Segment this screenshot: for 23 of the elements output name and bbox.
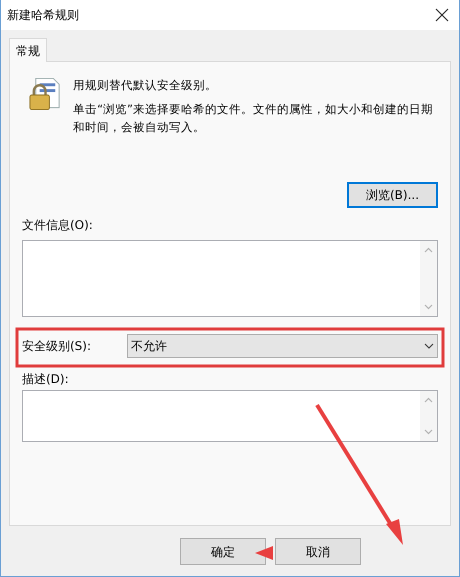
tab[interactable]: 常规 — [9, 38, 47, 62]
scroll-down-icon[interactable] — [424, 429, 433, 435]
locked-file-icon — [28, 76, 62, 112]
description-text: 用规则替代默认安全级别。 — [73, 77, 218, 94]
scroll-up-icon[interactable] — [424, 247, 433, 253]
arrow — [255, 546, 273, 560]
file-info-field[interactable] — [22, 240, 438, 317]
description-field[interactable] — [22, 390, 438, 442]
scroll-up-icon[interactable] — [424, 397, 433, 403]
field-label: 安全级别(S): — [22, 338, 92, 355]
dialog-button[interactable]: 确定 — [180, 538, 266, 565]
field-label: 描述(D): — [22, 371, 69, 388]
chevron-down-icon — [424, 343, 434, 349]
scroll-down-icon[interactable] — [424, 304, 433, 310]
security-level-select[interactable]: 不允许 — [127, 334, 438, 358]
field-label: 文件信息(O): — [22, 217, 93, 234]
scrollbar[interactable] — [420, 391, 437, 441]
browse-button[interactable]: 浏览(B)... — [347, 182, 438, 208]
dialog-button[interactable]: 取消 — [275, 538, 361, 565]
window-title: 新建哈希规则 — [7, 7, 79, 24]
description-text: 单击“浏览”来选择要哈希的文件。文件的属性，如大小和创建的日期和时间，会被自动写入。 — [73, 101, 434, 136]
close-icon[interactable] — [435, 8, 449, 22]
scrollbar[interactable] — [420, 241, 437, 316]
